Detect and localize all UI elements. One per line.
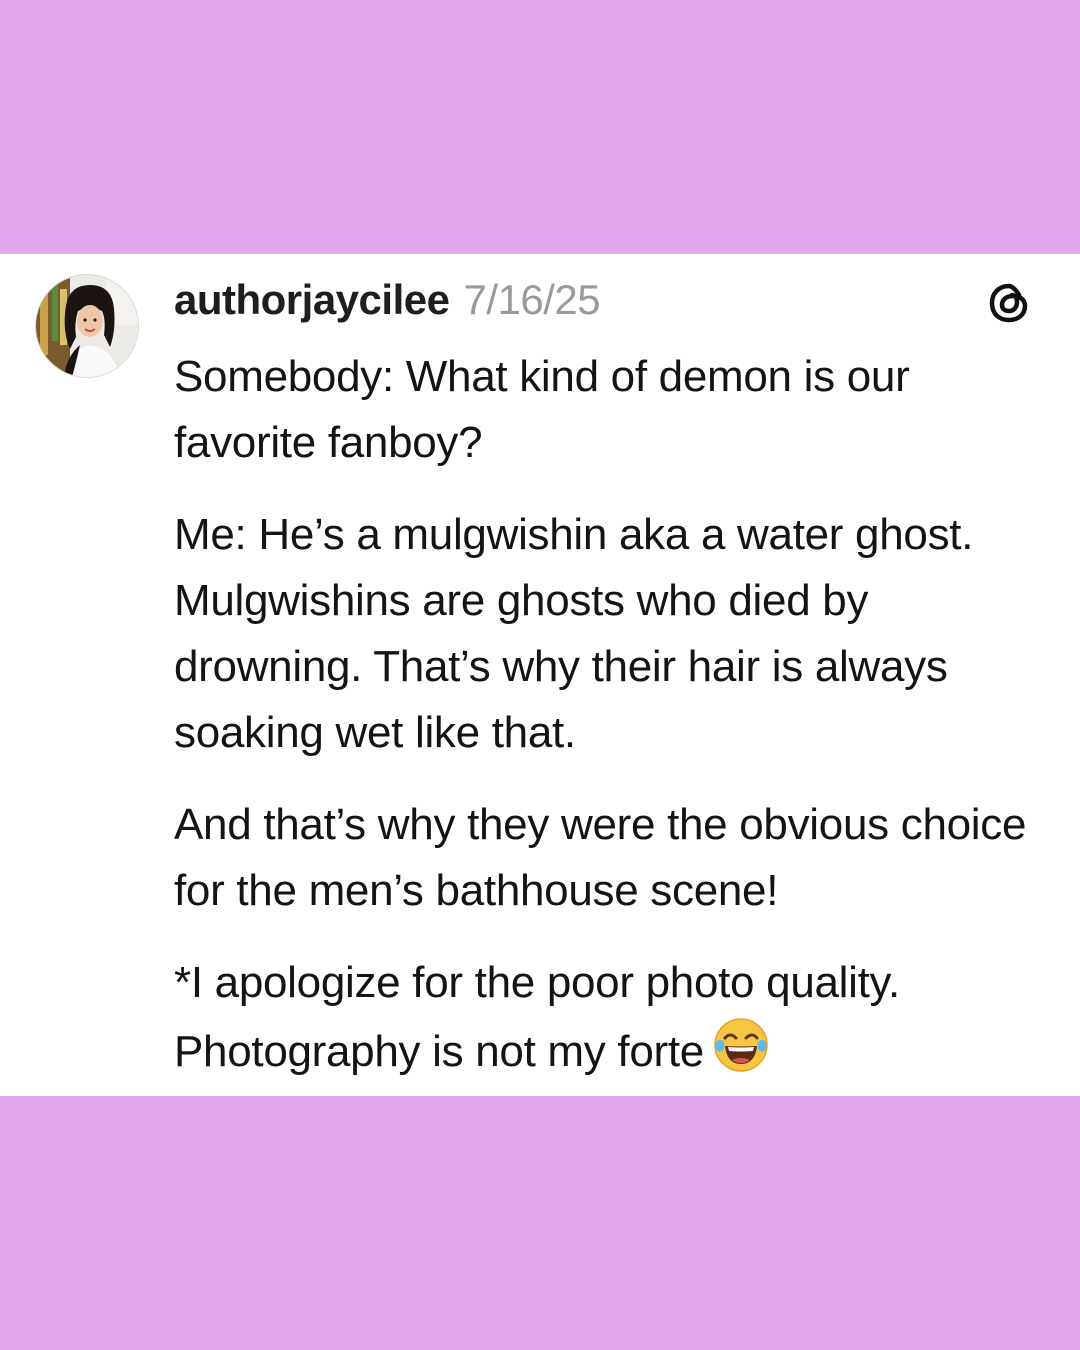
post-date[interactable]: 7/16/25: [463, 276, 600, 324]
post-paragraph: Somebody: What kind of demon is our favo…: [174, 352, 910, 467]
post-paragraph-text: *I apologize for the poor photo quality.…: [174, 958, 900, 1076]
post-paragraph: Me: He’s a mulgwishin aka a water ghost.…: [174, 510, 974, 757]
threads-icon[interactable]: [986, 280, 1032, 326]
username[interactable]: authorjaycilee: [174, 276, 450, 324]
avatar-photo: [36, 275, 138, 377]
post-body: Somebody: What kind of demon is our favo…: [174, 344, 1054, 1111]
post-card: authorjaycilee 7/16/25 Somebody: What ki…: [0, 254, 1080, 1096]
post-paragraph-last: *I apologize for the poor photo quality.…: [174, 950, 1054, 1085]
laughing-tears-emoji-icon: [714, 1018, 768, 1072]
post-header: authorjaycilee 7/16/25: [174, 276, 601, 326]
avatar[interactable]: [36, 275, 138, 377]
post-paragraph: And that’s why they were the obvious cho…: [174, 800, 1027, 915]
